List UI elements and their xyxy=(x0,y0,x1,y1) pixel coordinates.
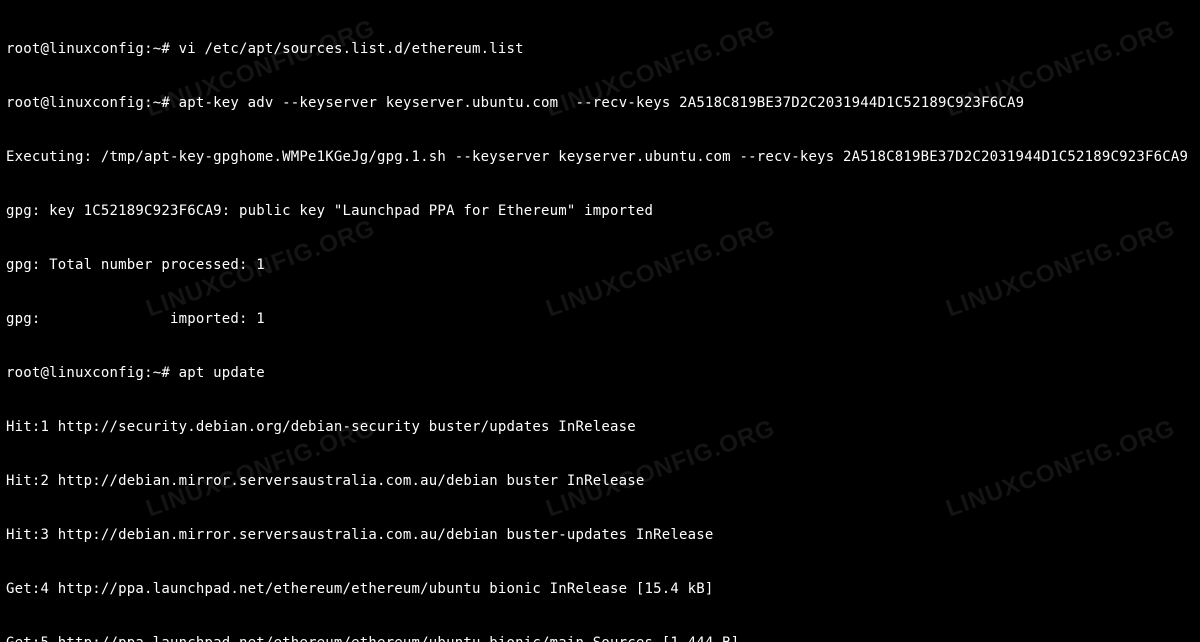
prompt-symbol: # xyxy=(161,95,170,111)
output-line: Get:5 http://ppa.launchpad.net/ethereum/… xyxy=(6,634,1194,642)
output-line: Hit:2 http://debian.mirror.serversaustra… xyxy=(6,472,1194,490)
output-line: Hit:3 http://debian.mirror.serversaustra… xyxy=(6,526,1194,544)
prompt-user: root@linuxconfig xyxy=(6,41,144,57)
command-text: apt update xyxy=(179,365,265,381)
prompt-symbol: # xyxy=(161,365,170,381)
output-line: gpg: imported: 1 xyxy=(6,310,1194,328)
command-text: apt-key adv --keyserver keyserver.ubuntu… xyxy=(179,95,1025,111)
output-line: Hit:1 http://security.debian.org/debian-… xyxy=(6,418,1194,436)
prompt-user: root@linuxconfig xyxy=(6,95,144,111)
output-line: Get:4 http://ppa.launchpad.net/ethereum/… xyxy=(6,580,1194,598)
output-line: gpg: Total number processed: 1 xyxy=(6,256,1194,274)
prompt-line: root@linuxconfig:~# apt-key adv --keyser… xyxy=(6,94,1194,112)
prompt-line: root@linuxconfig:~# vi /etc/apt/sources.… xyxy=(6,40,1194,58)
terminal-window[interactable]: root@linuxconfig:~# vi /etc/apt/sources.… xyxy=(0,0,1200,642)
output-line: gpg: key 1C52189C923F6CA9: public key "L… xyxy=(6,202,1194,220)
prompt-symbol: # xyxy=(161,41,170,57)
prompt-line: root@linuxconfig:~# apt update xyxy=(6,364,1194,382)
output-line: Executing: /tmp/apt-key-gpghome.WMPe1KGe… xyxy=(6,148,1194,166)
command-text: vi /etc/apt/sources.list.d/ethereum.list xyxy=(179,41,524,57)
prompt-user: root@linuxconfig xyxy=(6,365,144,381)
